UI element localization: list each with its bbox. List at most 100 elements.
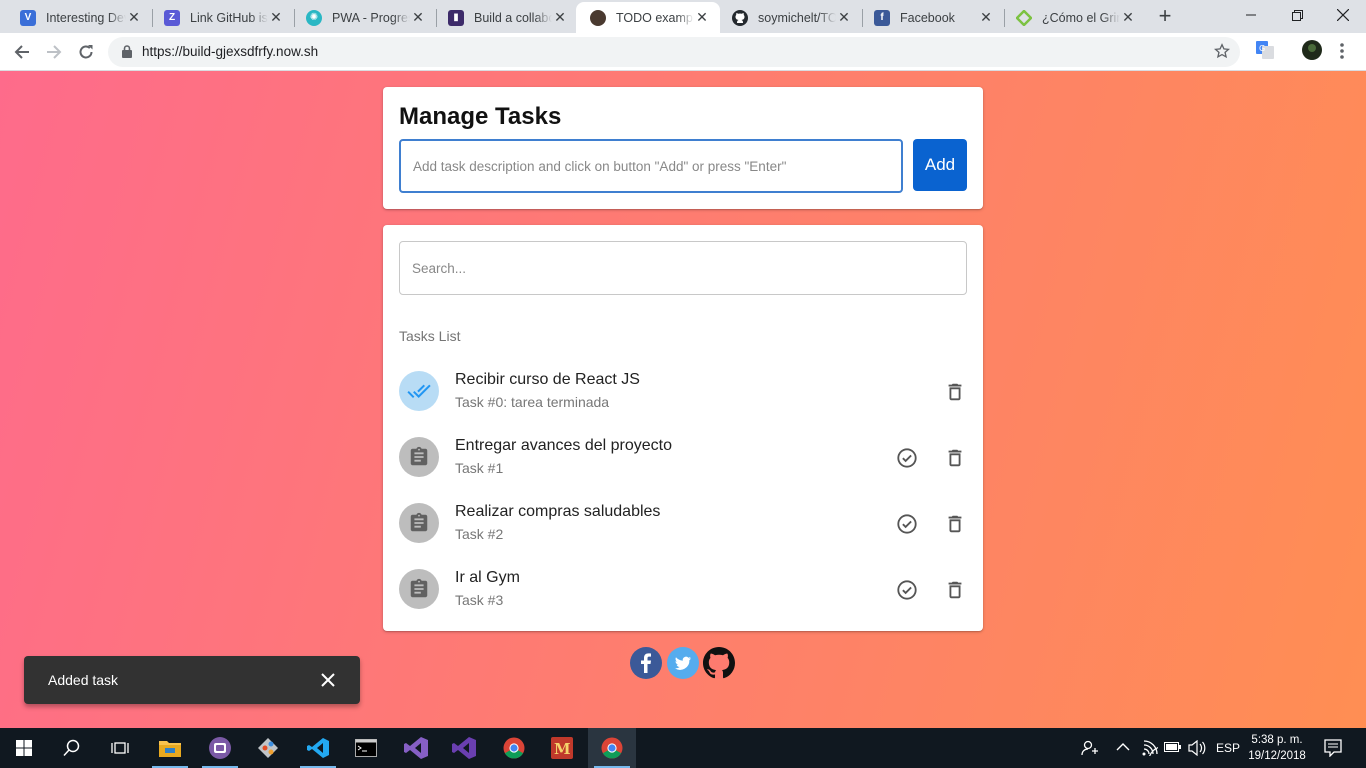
arrow-right-icon — [47, 45, 62, 59]
task-subtitle: Task #1 — [455, 460, 504, 476]
battery-icon[interactable] — [1164, 741, 1182, 756]
browser-tab-active[interactable]: TODO example ✕ — [576, 2, 720, 33]
system-clock[interactable]: 5:38 p. m. 19/12/2018 — [1244, 732, 1310, 764]
complete-task-button[interactable] — [894, 445, 920, 471]
browser-tab[interactable]: soymichelt/TO ✕ — [718, 2, 862, 33]
task-description-input[interactable] — [399, 139, 903, 193]
task-view-icon[interactable] — [96, 728, 144, 768]
lock-icon — [122, 45, 132, 58]
avatar-icon — [590, 9, 606, 26]
delete-task-button[interactable] — [942, 577, 968, 603]
clock-time: 5:38 p. m. — [1251, 734, 1303, 746]
delete-task-button[interactable] — [942, 511, 968, 537]
search-icon[interactable] — [48, 728, 96, 768]
github-icon — [732, 9, 748, 26]
task-subtitle: Task #3 — [455, 592, 504, 608]
task-title: Ir al Gym — [455, 569, 520, 586]
wifi-icon[interactable] — [1142, 740, 1160, 759]
assignment-icon — [399, 569, 439, 609]
github-icon[interactable] — [703, 647, 735, 679]
close-icon[interactable]: ✕ — [978, 9, 994, 26]
complete-task-button[interactable] — [894, 577, 920, 603]
browser-tab[interactable]: f Facebook ✕ — [860, 2, 1004, 33]
git-icon[interactable] — [244, 728, 292, 768]
close-icon[interactable]: ✕ — [1120, 9, 1136, 26]
forward-button[interactable] — [40, 38, 68, 66]
browser-tab[interactable]: ✺ PWA - Progres ✕ — [292, 2, 436, 33]
close-icon[interactable]: ✕ — [126, 9, 142, 26]
task-item: Recibir curso de React JS Task #0: tarea… — [383, 359, 983, 425]
browser-tab[interactable]: ▮ Build a collabo ✕ — [434, 2, 578, 33]
notification-icon[interactable] — [1324, 739, 1342, 760]
profile-avatar[interactable] — [1302, 40, 1322, 65]
clock-date: 19/12/2018 — [1248, 750, 1306, 762]
browser-tab[interactable]: V Interesting Dev ✕ — [6, 2, 152, 33]
mockplus-icon[interactable]: M — [538, 728, 586, 768]
task-item: Realizar compras saludables Task #2 — [383, 491, 983, 557]
vk-icon: V — [20, 9, 36, 26]
task-item: Entregar avances del proyecto Task #1 — [383, 425, 983, 491]
chrome-icon[interactable] — [490, 728, 538, 768]
minimize-button[interactable] — [1228, 0, 1274, 30]
task-subtitle: Task #0: tarea terminada — [455, 394, 610, 410]
terminal-icon[interactable] — [342, 728, 390, 768]
trash-icon — [948, 581, 962, 599]
arrow-left-icon — [14, 45, 29, 59]
windows-start-icon[interactable] — [0, 728, 48, 768]
back-button[interactable] — [8, 38, 36, 66]
reload-button[interactable] — [72, 38, 100, 66]
star-icon[interactable] — [1214, 43, 1230, 59]
svg-text:G: G — [1259, 44, 1265, 53]
close-window-button[interactable] — [1320, 0, 1366, 30]
task-title: Recibir curso de React JS — [455, 371, 640, 388]
assignment-icon — [399, 437, 439, 477]
close-icon[interactable]: ✕ — [410, 9, 426, 26]
chevron-up-icon[interactable] — [1116, 741, 1130, 755]
assignment-icon — [399, 503, 439, 543]
diamond-icon — [1016, 9, 1032, 26]
close-icon[interactable]: ✕ — [268, 9, 284, 26]
people-icon[interactable] — [1080, 739, 1098, 760]
tasks-list-title: Tasks List — [399, 328, 461, 344]
vscode-icon[interactable] — [294, 728, 342, 768]
svg-text:M: M — [554, 740, 571, 758]
check-circle-icon — [897, 580, 917, 600]
input-language[interactable]: ESP — [1216, 741, 1240, 755]
zenhub-icon: Z — [164, 9, 180, 26]
visual-studio-icon[interactable] — [392, 728, 440, 768]
close-icon[interactable]: ✕ — [552, 9, 568, 26]
trash-icon — [948, 449, 962, 467]
app-icon-purple[interactable] — [196, 728, 244, 768]
browser-tab-strip: V Interesting Dev ✕ Z Link GitHub iss ✕ … — [0, 0, 1366, 33]
add-task-button[interactable]: Add — [913, 139, 967, 191]
search-input[interactable] — [399, 241, 967, 295]
file-explorer-icon[interactable] — [146, 728, 194, 768]
restore-button[interactable] — [1274, 0, 1320, 30]
browser-tab[interactable]: ¿Cómo el Grin ✕ — [1002, 2, 1146, 33]
new-tab-button[interactable]: + — [1152, 4, 1178, 30]
delete-task-button[interactable] — [942, 379, 968, 405]
close-icon[interactable]: ✕ — [694, 9, 710, 26]
page-background: Manage Tasks Add Tasks List Recibir curs… — [0, 71, 1366, 728]
task-title: Realizar compras saludables — [455, 503, 661, 520]
done-all-icon — [399, 371, 439, 411]
translate-icon[interactable]: G — [1256, 41, 1274, 64]
reload-icon — [79, 45, 93, 59]
visual-studio-alt-icon[interactable] — [440, 728, 488, 768]
delete-task-button[interactable] — [942, 445, 968, 471]
close-icon[interactable]: ✕ — [836, 9, 852, 26]
trash-icon — [948, 515, 962, 533]
windows-taskbar: M ESP 5:38 p. m. 19/12/2018 — [0, 728, 1366, 768]
facebook-icon: f — [874, 9, 890, 26]
snackbar-close-button[interactable] — [316, 668, 340, 692]
menu-dots-icon[interactable] — [1340, 43, 1344, 64]
browser-toolbar: https://build-gjexsdfrfy.now.sh G — [0, 33, 1366, 71]
address-bar[interactable]: https://build-gjexsdfrfy.now.sh — [108, 37, 1240, 67]
volume-icon[interactable] — [1188, 739, 1206, 759]
chrome-active-icon[interactable] — [588, 728, 636, 768]
complete-task-button[interactable] — [894, 511, 920, 537]
browser-tab[interactable]: Z Link GitHub iss ✕ — [150, 2, 294, 33]
twitter-icon[interactable] — [667, 647, 699, 679]
close-icon — [321, 673, 335, 687]
facebook-icon[interactable] — [630, 647, 662, 679]
